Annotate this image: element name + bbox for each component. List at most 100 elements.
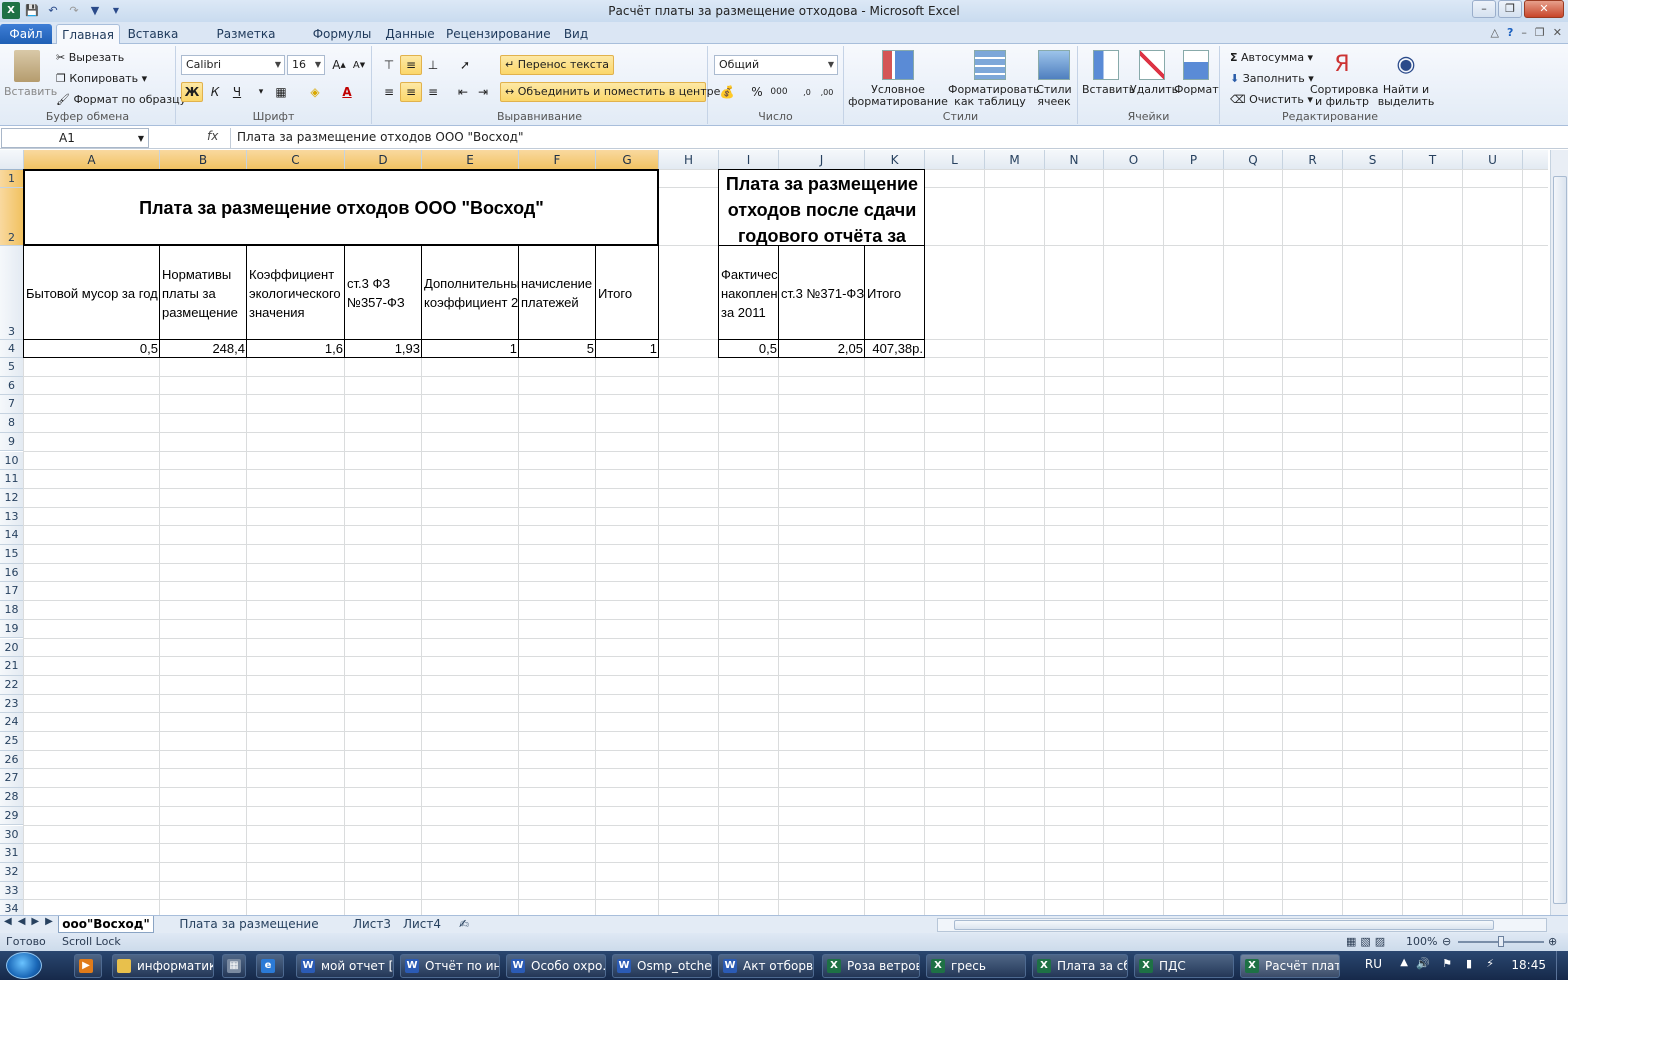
column-header[interactable]: L [925,150,985,170]
column-header[interactable]: K [865,150,925,170]
show-desktop-button[interactable] [1556,951,1568,980]
row-header[interactable]: 6 [0,376,24,396]
row-header[interactable]: 9 [0,432,24,452]
column-header[interactable]: Q [1224,150,1283,170]
row-header[interactable]: 4 [0,340,24,358]
merge-center-button[interactable]: ↔ Объединить и поместить в центре ▼ [500,82,730,102]
increase-font-icon[interactable]: A ▲ [328,55,350,75]
cut-button[interactable]: ✂ Вырезать [56,51,124,65]
tab-view[interactable]: Вид [556,24,596,44]
tab-page-layout[interactable]: Разметка страницы [186,24,306,61]
clock[interactable]: 18:45 [1511,958,1546,972]
column-header[interactable]: H [659,150,719,170]
table-value-cell[interactable]: 0,5 [719,340,779,358]
tab-data[interactable]: Данные [380,24,440,44]
minimize-icon[interactable]: – [1472,0,1496,18]
align-center-icon[interactable]: ≡ [400,82,422,102]
clear-button[interactable]: ⌫ Очистить ▾ [1230,93,1313,107]
taskbar-item-payment[interactable]: X Плата за сб... [1032,954,1128,978]
fill-button[interactable]: ⬇ Заполнить ▾ [1230,72,1314,86]
taskbar-item-informatika[interactable]: информатика [112,954,214,978]
format-cells-button[interactable]: Формат [1174,50,1219,96]
table-value-cell[interactable]: 1 [422,340,519,358]
row-header[interactable]: 20 [0,638,24,658]
collapse-ribbon-icon[interactable]: △ [1491,26,1499,39]
font-name-dropdown[interactable]: Calibri ▼ [181,55,285,75]
taskbar-item-wind-rose[interactable]: X Роза ветров [822,954,920,978]
worksheet-grid[interactable]: ABCDEFGHIJKLMNOPQRSTU 1 2 3 4 5 6 7 8 9 10 11 12 13 1… [0,150,1568,918]
insert-cells-button[interactable]: Вставить [1082,50,1135,96]
doc-minimize-icon[interactable]: – [1521,26,1527,39]
row-header[interactable]: 8 [0,414,24,433]
column-header[interactable]: O [1104,150,1164,170]
power-icon[interactable]: ⚡ [1486,957,1494,970]
vertical-scrollbar[interactable] [1550,150,1568,918]
decrease-font-icon[interactable]: A ▼ [348,55,370,75]
table-value-cell[interactable]: 1 917,65р. [596,340,659,358]
format-as-table-button[interactable]: Форматировать как таблицу [948,50,1040,108]
table-header-cell[interactable]: Нормативы платы за размещение [160,246,247,340]
column-header[interactable]: S [1343,150,1403,170]
close-icon[interactable]: ✕ [1524,0,1564,18]
taskbar-item-pds[interactable]: X ПДС [1134,954,1234,978]
help-icon[interactable]: ? [1507,26,1513,39]
row-header[interactable]: 30 [0,825,24,845]
table-value-cell[interactable]: 248,4 [160,340,247,358]
column-header[interactable]: P [1164,150,1224,170]
sort-filter-button[interactable]: Я Сортировка и фильтр [1310,50,1379,108]
column-header[interactable]: E [422,150,519,170]
row-header[interactable]: 5 [0,358,24,377]
row-header[interactable]: 12 [0,488,24,508]
number-format-dropdown[interactable]: Общий ▼ [714,55,838,75]
tab-review[interactable]: Рецензирование [446,24,551,44]
language-indicator[interactable]: RU [1365,957,1382,971]
autosum-button[interactable]: Σ Автосумма ▾ [1230,51,1313,65]
taskbar-item-act[interactable]: W Акт отборв ... [718,954,814,978]
network-icon[interactable]: ▮ [1466,957,1472,970]
increase-indent-icon[interactable]: ⇥ [472,82,494,102]
table-header-cell[interactable]: Бытовой мусор за год [24,246,160,340]
align-right-icon[interactable]: ≡ [422,82,444,102]
row-header[interactable]: 7 [0,395,24,415]
row-header[interactable]: 14 [0,526,24,545]
zoom-level[interactable]: 100% [1406,933,1437,950]
sheet-nav-icon[interactable]: ◀◀▶▶ [4,916,59,927]
column-header[interactable]: D [345,150,422,170]
row-header[interactable]: 32 [0,862,24,882]
zoom-out-icon[interactable]: ⊖ [1442,933,1451,950]
row-header[interactable]: 11 [0,470,24,489]
row-header[interactable]: 16 [0,563,24,583]
restore-icon[interactable]: ❐ [1498,0,1522,18]
column-header[interactable]: B [160,150,247,170]
align-left-icon[interactable]: ≡ [378,82,400,102]
zoom-slider-thumb[interactable] [1498,936,1504,947]
row-header[interactable]: 3 [0,246,24,340]
row-header[interactable]: 19 [0,619,24,639]
wrap-text-button[interactable]: ↵ Перенос текста [500,55,614,75]
increase-decimal-icon[interactable]: ,0 [796,82,818,102]
media-player-icon[interactable]: ▶ [74,954,102,978]
delete-cells-button[interactable]: Удалить [1130,50,1178,96]
column-header[interactable]: J [779,150,865,170]
column-header[interactable]: I [719,150,779,170]
row-header[interactable]: 25 [0,732,24,751]
underline-button[interactable]: Ч [226,82,248,102]
column-header[interactable]: C [247,150,345,170]
taskbar-item-gres[interactable]: Xгресь [926,954,1026,978]
row-header[interactable]: 17 [0,582,24,602]
table-header-cell[interactable]: Дополнительный коэффициент 2 [422,246,519,340]
table-value-cell[interactable]: 2,05 [779,340,865,358]
orientation-icon[interactable]: ➚ [454,55,476,75]
horizontal-scrollbar[interactable] [937,918,1547,932]
row-header[interactable]: 2 [0,188,24,246]
table-header-cell[interactable]: Фактическое накопление за 2011 [719,246,779,340]
row-header[interactable]: 21 [0,657,24,676]
align-top-icon[interactable]: ⊤ [378,55,400,75]
align-bottom-icon[interactable]: ⊥ [422,55,444,75]
align-middle-icon[interactable]: ≡ [400,55,422,75]
flag-icon[interactable]: ⚑ [1442,957,1452,970]
zoom-in-icon[interactable]: ⊕ [1548,933,1557,950]
tab-file[interactable]: Файл [0,24,52,44]
table-value-cell[interactable]: 0,5 [24,340,160,358]
column-header[interactable]: T [1403,150,1463,170]
